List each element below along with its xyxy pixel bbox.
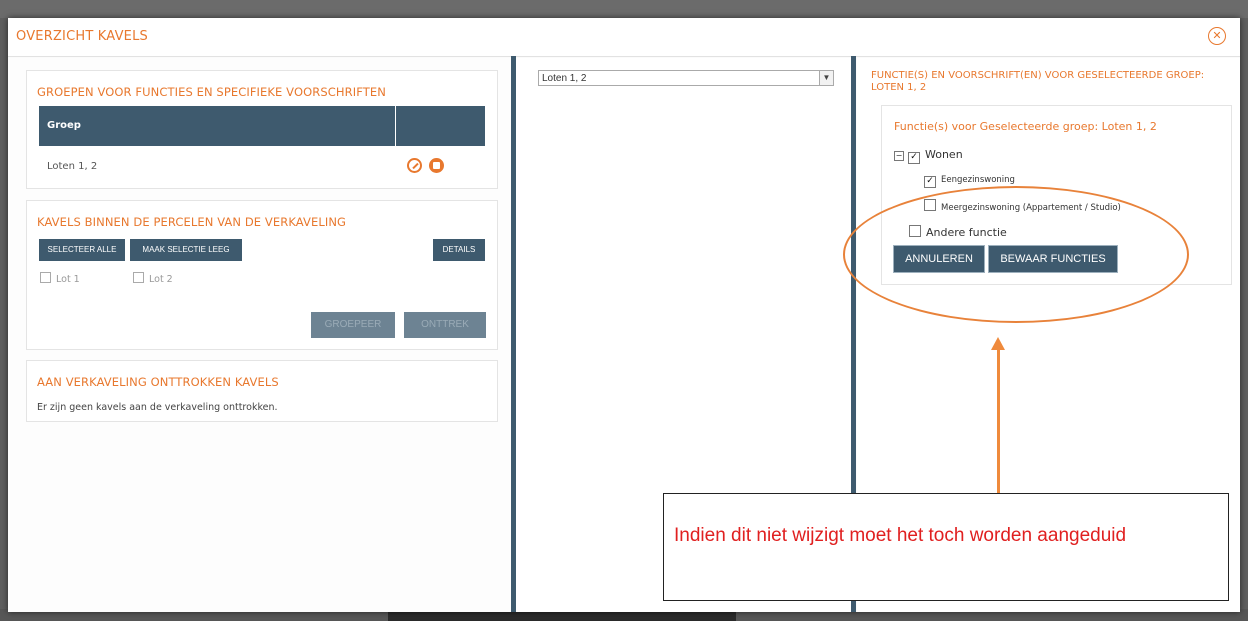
annotation-note-text: Indien dit niet wijzigt moet het toch wo… <box>674 525 1127 546</box>
lot-checkbox-2[interactable]: Lot 2 <box>133 272 173 285</box>
modal-title: OVERZICHT KAVELS <box>16 29 148 44</box>
table-row[interactable]: Loten 1, 2 <box>39 146 485 186</box>
chevron-down-icon[interactable]: ▼ <box>819 71 833 85</box>
checkbox[interactable] <box>40 272 51 283</box>
column-header-groep: Groep <box>47 120 81 131</box>
group-name: Loten 1, 2 <box>47 161 98 172</box>
kavels-panel: KAVELS BINNEN DE PERCELEN VAN DE VERKAVE… <box>26 200 498 350</box>
lot-label: Lot 1 <box>56 274 80 285</box>
checkbox-eengezinswoning[interactable]: ✓ <box>924 176 936 188</box>
lot-checkbox-1[interactable]: Lot 1 <box>40 272 80 285</box>
withdrawn-panel: AAN VERKAVELING ONTTROKKEN KAVELS Er zij… <box>26 360 498 422</box>
highlight-ellipse <box>843 186 1189 323</box>
groups-table: Groep Loten 1, 2 <box>39 106 485 186</box>
lot-label: Lot 2 <box>149 274 173 285</box>
clear-selection-button[interactable]: MAAK SELECTIE LEEG <box>130 239 242 261</box>
groups-panel: GROEPEN VOOR FUNCTIES EN SPECIFIEKE VOOR… <box>26 70 498 189</box>
edit-icon[interactable] <box>407 158 422 173</box>
group-button[interactable]: GROEPEER <box>311 312 395 338</box>
select-all-button[interactable]: SELECTEER ALLE <box>39 239 125 261</box>
column-separator <box>395 106 396 146</box>
groups-table-header: Groep <box>39 106 485 146</box>
modal-header: OVERZICHT KAVELS ✕ <box>8 18 1240 57</box>
collapse-icon[interactable]: − <box>894 151 904 161</box>
details-button[interactable]: DETAILS <box>433 239 485 261</box>
left-column: GROEPEN VOOR FUNCTIES EN SPECIFIEKE VOOR… <box>8 58 511 612</box>
group-select[interactable]: Loten 1, 2 ▼ <box>538 70 834 86</box>
groups-panel-title: GROEPEN VOOR FUNCTIES EN SPECIFIEKE VOOR… <box>37 85 386 99</box>
right-panel-title: FUNCTIE(S) EN VOORSCHRIFT(EN) VOOR GESEL… <box>871 70 1205 93</box>
background-strip-top <box>0 0 1248 18</box>
close-icon[interactable]: ✕ <box>1208 27 1226 45</box>
annotation-note-box: Indien dit niet wijzigt moet het toch wo… <box>663 493 1229 601</box>
background-taskbar-fragment <box>388 611 736 621</box>
tree-item-wonen[interactable]: − ✓ Wonen <box>894 148 963 164</box>
functions-subtitle: Functie(s) voor Geselecteerde groep: Lot… <box>894 120 1157 133</box>
checkbox[interactable] <box>133 272 144 283</box>
tree-label-eengezinswoning: Eengezinswoning <box>941 175 1015 185</box>
kavels-panel-title: KAVELS BINNEN DE PERCELEN VAN DE VERKAVE… <box>37 215 347 229</box>
withdraw-button[interactable]: ONTTREK <box>404 312 486 338</box>
checkbox-wonen[interactable]: ✓ <box>908 152 920 164</box>
arrow-line <box>997 348 1000 494</box>
group-select-value: Loten 1, 2 <box>542 73 587 84</box>
withdrawn-empty-text: Er zijn geen kavels aan de verkaveling o… <box>37 402 278 413</box>
withdrawn-panel-title: AAN VERKAVELING ONTTROKKEN KAVELS <box>37 375 279 389</box>
delete-icon[interactable] <box>429 158 444 173</box>
tree-label-wonen: Wonen <box>925 148 963 161</box>
